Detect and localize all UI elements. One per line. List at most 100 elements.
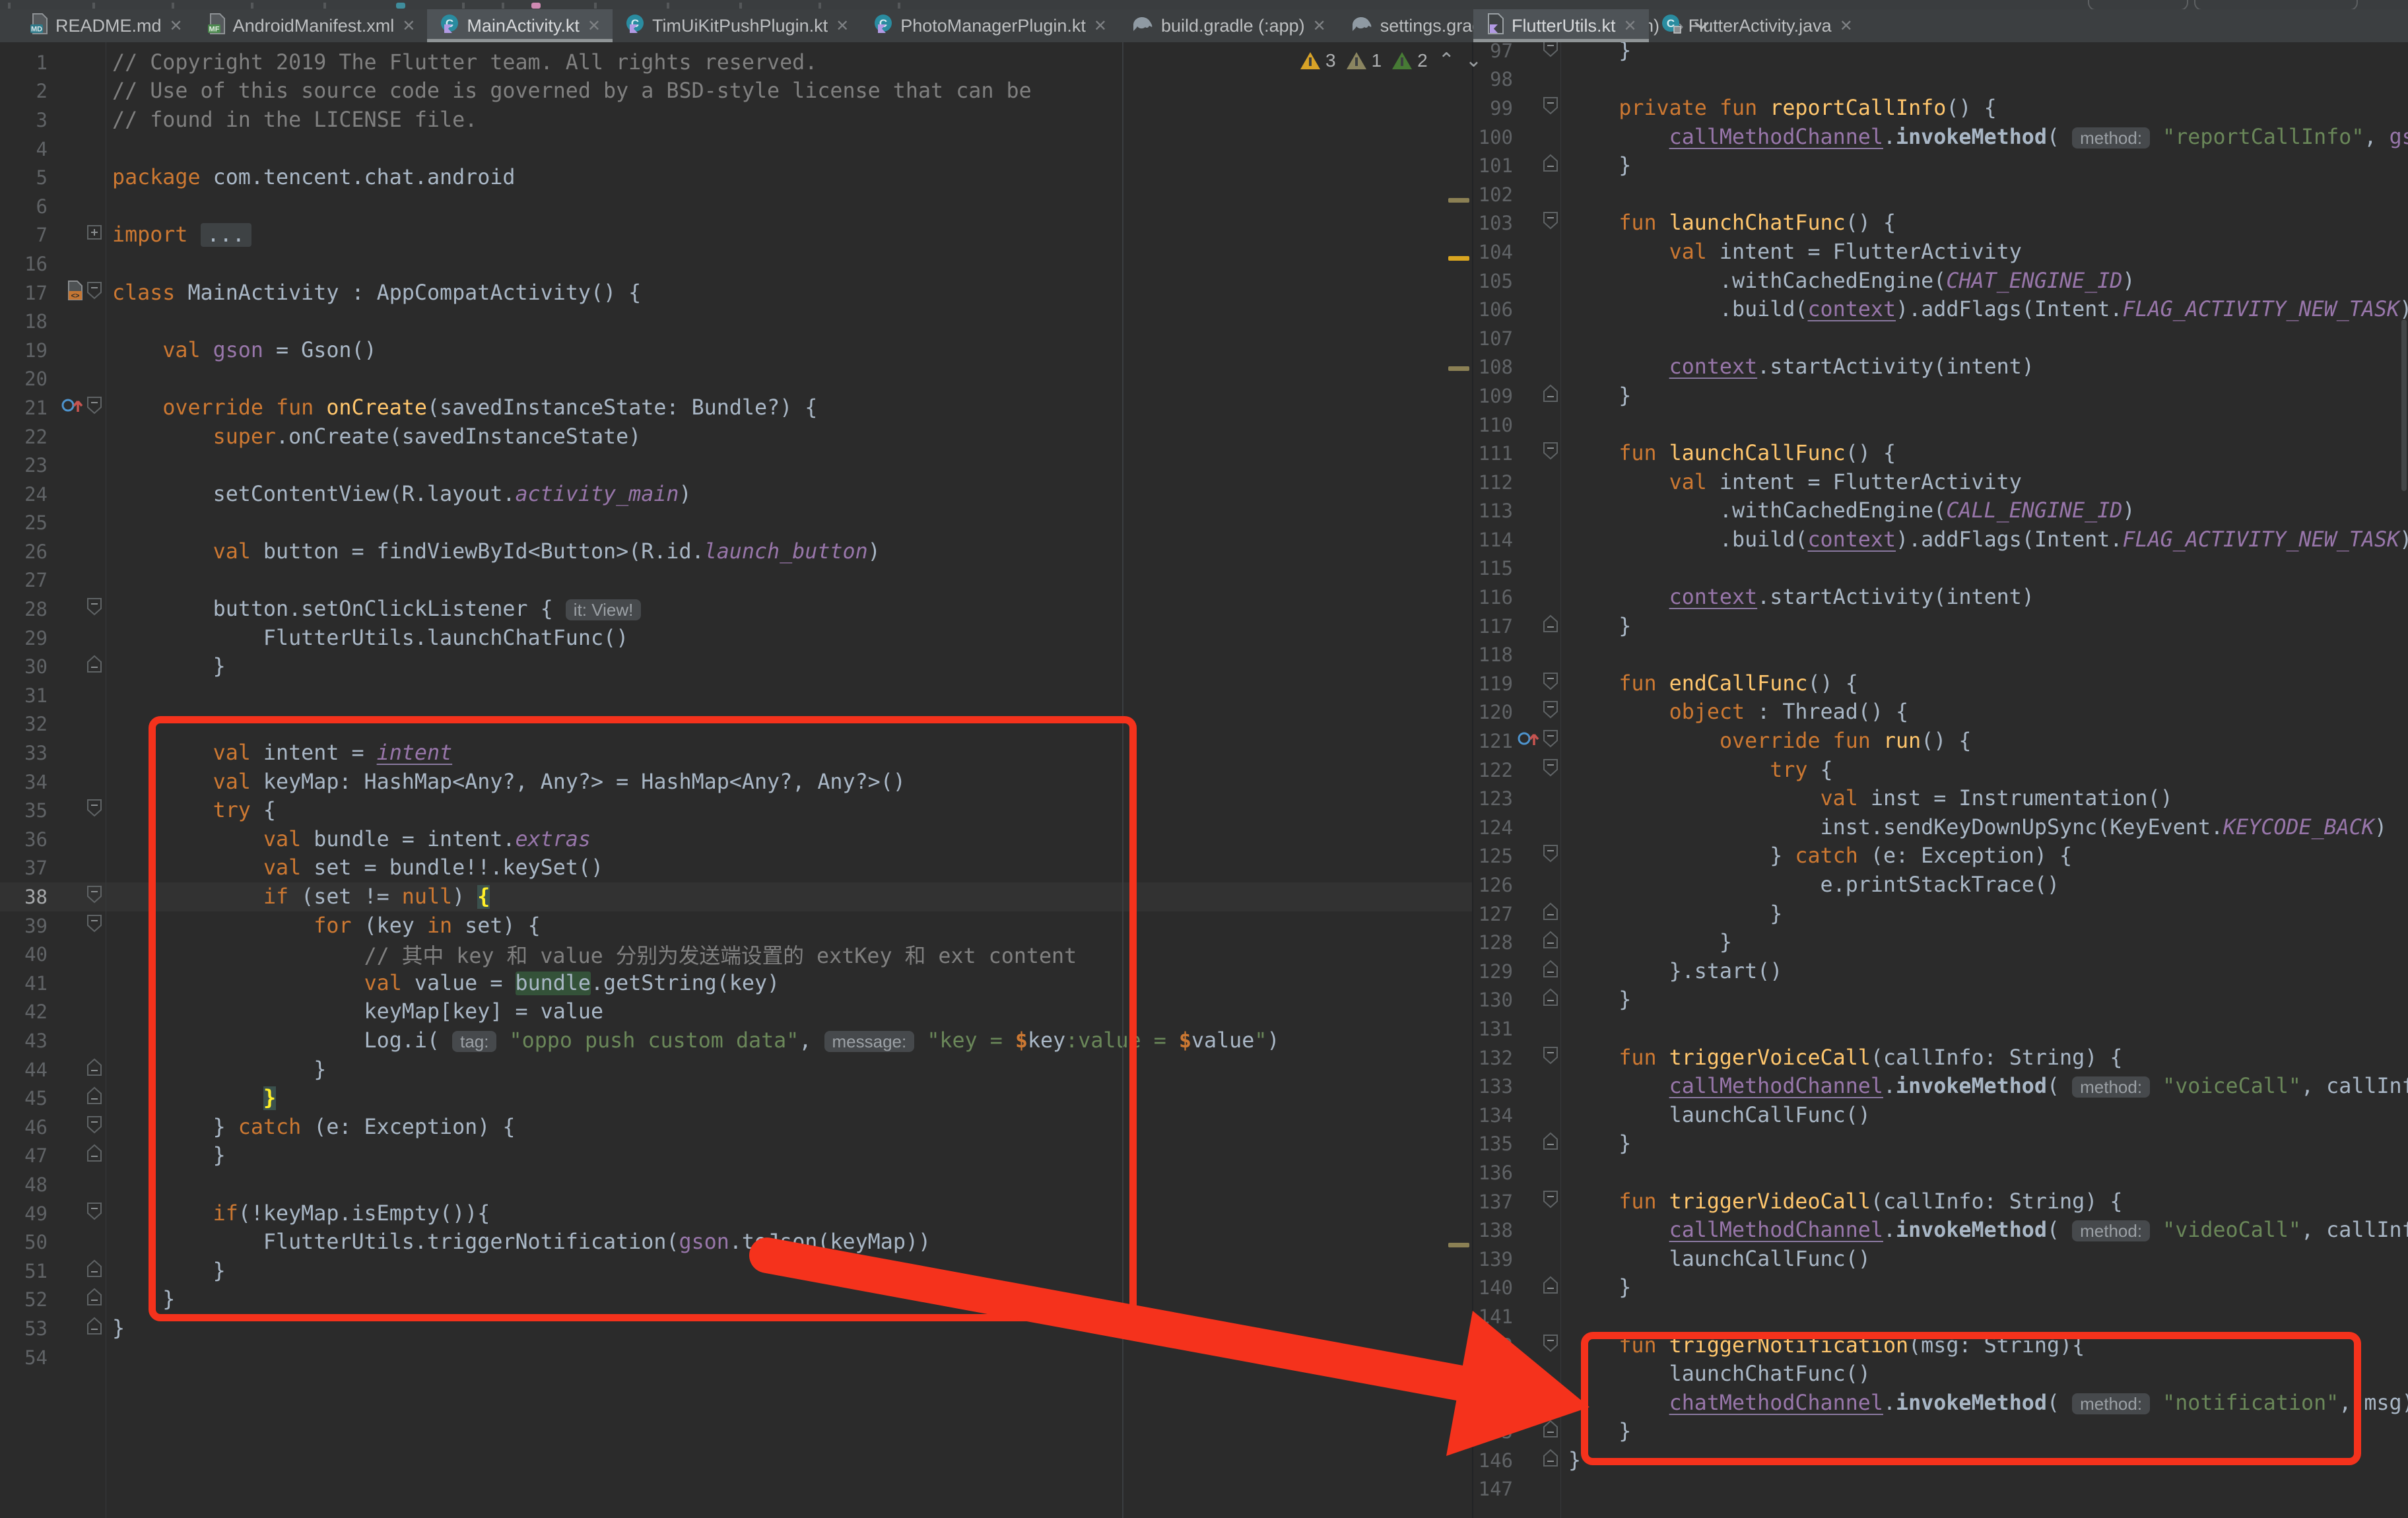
code-line[interactable]: 29 FlutterUtils.launchChatFunc() xyxy=(0,624,1472,653)
code-line[interactable]: 98 xyxy=(1473,65,2408,94)
tab-timuikitpushplugin-kt[interactable]: CTimUiKitPushPlugin.kt✕ xyxy=(613,9,861,42)
code-line[interactable]: 30 } xyxy=(0,652,1472,681)
code-line[interactable]: 117 } xyxy=(1473,612,2408,641)
tab-close-icon[interactable]: ✕ xyxy=(836,16,849,36)
chevron-down-icon[interactable]: ⌄ xyxy=(1465,51,1482,71)
fold-collapse-icon[interactable] xyxy=(1542,1334,1559,1358)
error-stripe-mark[interactable] xyxy=(1448,256,1469,261)
tab-close-icon[interactable]: ✕ xyxy=(1840,16,1853,36)
code-line[interactable]: 2// Use of this source code is governed … xyxy=(0,77,1472,106)
code-line[interactable]: 112 val intent = FlutterActivity xyxy=(1473,468,2408,497)
tab-close-icon[interactable]: ✕ xyxy=(170,16,183,36)
fold-expand-icon[interactable] xyxy=(86,1058,103,1082)
code-line[interactable]: 26 val button = findViewById<Button>(R.i… xyxy=(0,537,1472,566)
fold-collapse-icon[interactable] xyxy=(1542,211,1559,235)
code-line[interactable]: 19 val gson = Gson() xyxy=(0,336,1472,365)
code-line[interactable]: 111 fun launchCallFunc() { xyxy=(1473,439,2408,468)
tab-build-gradle-app[interactable]: build.gradle (:app)✕ xyxy=(1119,9,1338,42)
fold-collapse-icon[interactable] xyxy=(1542,729,1559,753)
fold-expand-icon[interactable] xyxy=(1542,1132,1559,1156)
code-line[interactable]: 116 context.startActivity(intent) xyxy=(1473,583,2408,612)
code-line[interactable]: 147 xyxy=(1473,1475,2408,1504)
code-line[interactable]: 121 override fun run() { xyxy=(1473,727,2408,756)
fold-expand-icon[interactable] xyxy=(86,655,103,678)
code-line[interactable]: 18 xyxy=(0,307,1472,336)
kotlin-file-icon[interactable]: <> xyxy=(66,280,83,306)
fold-collapse-icon[interactable] xyxy=(1542,700,1559,724)
code-line[interactable]: 21 override fun onCreate(savedInstanceSt… xyxy=(0,393,1472,422)
fold-collapse-icon[interactable] xyxy=(86,1115,103,1139)
tab-close-icon[interactable]: ✕ xyxy=(1313,16,1326,36)
tab-flutterutils-kt[interactable]: FlutterUtils.kt✕ xyxy=(1473,9,1649,42)
code-line[interactable]: 123 val inst = Instrumentation() xyxy=(1473,784,2408,813)
code-line[interactable]: 22 super.onCreate(savedInstanceState) xyxy=(0,422,1472,451)
code-line[interactable]: 1// Copyright 2019 The Flutter team. All… xyxy=(0,48,1472,77)
code-line[interactable]: 17<>class MainActivity : AppCompatActivi… xyxy=(0,279,1472,308)
code-line[interactable]: 16 xyxy=(0,249,1472,279)
code-line[interactable]: 103 fun launchChatFunc() { xyxy=(1473,209,2408,238)
fold-expand-icon[interactable] xyxy=(1542,1449,1559,1472)
fold-expand-icon[interactable] xyxy=(86,1144,103,1168)
code-line[interactable]: 139 launchCallFunc() xyxy=(1473,1245,2408,1274)
code-line[interactable]: 109 } xyxy=(1473,381,2408,411)
fold-expand-icon[interactable] xyxy=(86,1259,103,1283)
fold-expand-icon[interactable] xyxy=(1542,384,1559,408)
code-line[interactable]: 99 private fun reportCallInfo() { xyxy=(1473,94,2408,123)
code-line[interactable]: 125 } catch (e: Exception) { xyxy=(1473,842,2408,871)
override-method-icon[interactable] xyxy=(1517,729,1539,754)
fold-expand-icon[interactable] xyxy=(86,1086,103,1110)
editor-right-flutterutils[interactable]: 97 }9899 private fun reportCallInfo() {1… xyxy=(1473,42,2408,1518)
code-line[interactable]: 107 xyxy=(1473,324,2408,353)
fold-expand-icon[interactable] xyxy=(86,1288,103,1311)
fold-collapse-icon[interactable] xyxy=(1542,96,1559,120)
code-line[interactable]: 136 xyxy=(1473,1158,2408,1187)
code-line[interactable]: 101 } xyxy=(1473,151,2408,180)
fold-expand-icon[interactable] xyxy=(1542,614,1559,638)
fold-expand-icon[interactable] xyxy=(1542,1276,1559,1300)
code-line[interactable]: 110 xyxy=(1473,411,2408,440)
code-line[interactable]: 25 xyxy=(0,509,1472,538)
fold-collapse-icon[interactable] xyxy=(86,914,103,938)
fold-expand-icon[interactable] xyxy=(1542,902,1559,926)
code-line[interactable]: 3// found in the LICENSE file. xyxy=(0,106,1472,135)
tab-mainactivity-kt[interactable]: CMainActivity.kt✕ xyxy=(427,9,613,42)
code-line[interactable]: 140 } xyxy=(1473,1274,2408,1303)
code-line[interactable]: 28 button.setOnClickListener { it: View! xyxy=(0,595,1472,624)
fold-collapse-icon[interactable] xyxy=(1542,672,1559,696)
inspection-item[interactable]: 2 xyxy=(1392,50,1428,71)
fold-collapse-icon[interactable] xyxy=(1542,442,1559,465)
code-line[interactable]: 128 } xyxy=(1473,928,2408,957)
tab-close-icon[interactable]: ✕ xyxy=(1624,16,1637,36)
override-method-icon[interactable] xyxy=(61,395,83,420)
tab-close-icon[interactable]: ✕ xyxy=(587,16,601,36)
code-line[interactable]: 5package com.tencent.chat.android xyxy=(0,163,1472,192)
fold-expand-icon[interactable] xyxy=(1542,960,1559,983)
fold-expand-icon[interactable] xyxy=(1542,1420,1559,1443)
fold-expand-icon[interactable] xyxy=(86,1317,103,1340)
code-line[interactable]: 119 fun endCallFunc() { xyxy=(1473,669,2408,698)
code-line[interactable]: 7import ... xyxy=(0,221,1472,250)
code-line[interactable]: 20 xyxy=(0,365,1472,394)
fold-collapse-icon[interactable] xyxy=(86,396,103,420)
code-line[interactable]: 132 fun triggerVoiceCall(callInfo: Strin… xyxy=(1473,1043,2408,1072)
fold-collapse-icon[interactable] xyxy=(1542,844,1559,868)
error-stripe-mark[interactable] xyxy=(1448,1243,1469,1247)
code-line[interactable]: 24 setContentView(R.layout.activity_main… xyxy=(0,480,1472,509)
fold-collapse-icon[interactable] xyxy=(86,281,103,305)
code-line[interactable]: 31 xyxy=(0,681,1472,710)
code-line[interactable]: 100 callMethodChannel.invokeMethod( meth… xyxy=(1473,123,2408,152)
fold-collapse-icon[interactable] xyxy=(1542,42,1559,63)
code-line[interactable]: 108 context.startActivity(intent) xyxy=(1473,353,2408,382)
code-line[interactable]: 126 e.printStackTrace() xyxy=(1473,871,2408,900)
fold-collapse-icon[interactable] xyxy=(86,597,103,621)
inspections-widget[interactable]: 312⌃⌄ xyxy=(1300,50,1482,71)
inspection-item[interactable]: 3 xyxy=(1300,50,1336,71)
tab-flutteractivity-java[interactable]: CFlutterActivity.java✕ xyxy=(1649,9,1865,42)
fold-collapse-icon[interactable] xyxy=(86,885,103,909)
tab-close-icon[interactable]: ✕ xyxy=(402,16,415,36)
tab-readme-md[interactable]: MDREADME.md✕ xyxy=(17,9,195,42)
code-line[interactable]: 131 xyxy=(1473,1014,2408,1043)
code-line[interactable]: 137 fun triggerVideoCall(callInfo: Strin… xyxy=(1473,1187,2408,1216)
fold-collapse-icon[interactable] xyxy=(1542,758,1559,782)
code-line[interactable]: 130 } xyxy=(1473,986,2408,1015)
